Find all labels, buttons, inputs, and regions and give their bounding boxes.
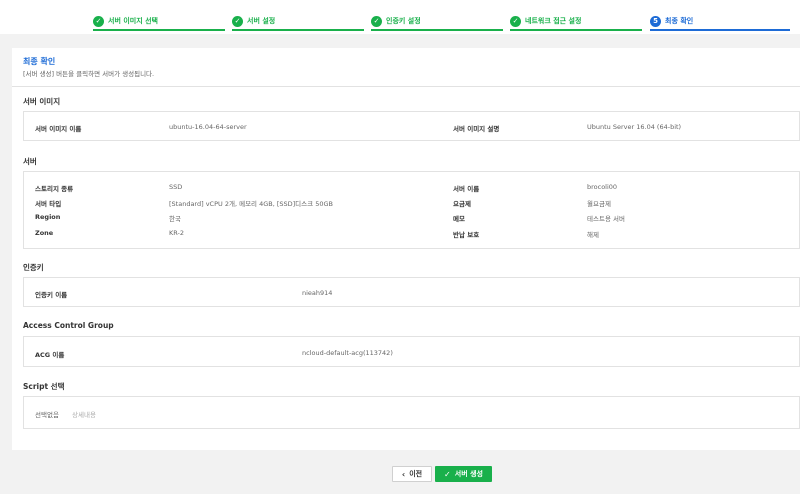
step-label: 최종 확인 xyxy=(665,17,694,25)
server-box: 스토리지 종류 SSD 서버 타입 [Standard] vCPU 2개, 메모… xyxy=(23,171,800,249)
storage-type-label: 스토리지 종류 xyxy=(35,185,74,193)
section-title-script: Script 선택 xyxy=(23,382,65,391)
server-image-desc-value: Ubuntu Server 16.04 (64-bit) xyxy=(587,123,682,131)
section-title-server: 서버 xyxy=(23,157,37,166)
server-type-label: 서버 타입 xyxy=(35,200,62,208)
step-progress-bar xyxy=(371,29,503,31)
region-value: 한국 xyxy=(169,215,181,223)
prev-button-label: 이전 xyxy=(409,470,423,478)
server-name-label: 서버 이름 xyxy=(453,185,480,193)
create-server-button[interactable]: ✓ 서버 생성 xyxy=(435,466,492,482)
check-icon: ✓ xyxy=(510,15,521,27)
section-title-auth-key: 인증키 xyxy=(23,263,44,272)
server-name-value: brocoli00 xyxy=(587,183,618,191)
step-progress-bar xyxy=(650,29,790,31)
memo-value: 테스트용 서버 xyxy=(587,215,625,223)
divider xyxy=(12,86,800,87)
auth-key-name-label: 인증키 이름 xyxy=(35,291,68,299)
section-title-acg: Access Control Group xyxy=(23,321,114,330)
step-label: 네트워크 접근 설정 xyxy=(525,17,582,25)
script-detail-value: 상세내용 xyxy=(72,411,96,419)
memo-label: 메모 xyxy=(453,215,465,223)
check-icon: ✓ xyxy=(371,15,382,27)
create-server-button-label: 서버 생성 xyxy=(454,470,483,478)
zone-value: KR-2 xyxy=(169,229,184,237)
check-icon: ✓ xyxy=(93,15,104,27)
check-icon: ✓ xyxy=(232,15,243,27)
check-icon: ✓ xyxy=(444,469,451,479)
script-box: 선택없음 상세내용 xyxy=(23,396,800,429)
server-type-value: [Standard] vCPU 2개, 메모리 4GB, [SSD]디스크 50… xyxy=(169,200,333,208)
return-protection-value: 해제 xyxy=(587,231,599,239)
return-protection-label: 반납 보호 xyxy=(453,231,480,239)
section-title-server-image: 서버 이미지 xyxy=(23,97,61,106)
acg-name-value: ncloud-default-acg(113742) xyxy=(302,349,393,357)
review-card: 최종 확인 [서버 생성] 버튼을 클릭하면 서버가 생성됩니다. 서버 이미지… xyxy=(12,48,800,450)
step-final-review[interactable]: 5 최종 확인 xyxy=(650,13,693,29)
auth-key-box: 인증키 이름 nieah914 xyxy=(23,277,800,307)
step-label: 서버 설정 xyxy=(247,17,276,25)
server-image-desc-label: 서버 이미지 설명 xyxy=(453,125,500,133)
server-image-box: 서버 이미지 이름 ubuntu-16.04-64-server 서버 이미지 … xyxy=(23,111,800,141)
step-progress-bar xyxy=(232,29,364,31)
prev-button[interactable]: ‹ 이전 xyxy=(392,466,432,482)
server-image-name-label: 서버 이미지 이름 xyxy=(35,125,82,133)
step-progress-bar xyxy=(510,29,642,31)
auth-key-name-value: nieah914 xyxy=(302,289,333,297)
chevron-left-icon: ‹ xyxy=(401,469,406,479)
storage-type-value: SSD xyxy=(169,183,183,191)
acg-name-label: ACG 이름 xyxy=(35,351,65,359)
wizard-stepper: ✓ 서버 이미지 선택 ✓ 서버 설정 ✓ 인증키 설정 ✓ 네트워크 접근 설… xyxy=(0,0,800,34)
page-description: [서버 생성] 버튼을 클릭하면 서버가 생성됩니다. xyxy=(23,70,155,78)
step-number-badge: 5 xyxy=(650,15,661,27)
page-title: 최종 확인 xyxy=(23,57,56,66)
step-auth-key[interactable]: ✓ 인증키 설정 xyxy=(371,13,421,29)
step-progress-bar xyxy=(93,29,225,31)
plan-value: 월요금제 xyxy=(587,200,611,208)
step-label: 서버 이미지 선택 xyxy=(108,17,158,25)
region-label: Region xyxy=(35,213,61,221)
plan-label: 요금제 xyxy=(453,200,471,208)
step-server-settings[interactable]: ✓ 서버 설정 xyxy=(232,13,275,29)
step-server-image[interactable]: ✓ 서버 이미지 선택 xyxy=(93,13,158,29)
server-image-name-value: ubuntu-16.04-64-server xyxy=(169,123,247,131)
script-selection-label: 선택없음 xyxy=(35,411,59,419)
acg-box: ACG 이름 ncloud-default-acg(113742) xyxy=(23,336,800,367)
zone-label: Zone xyxy=(35,229,54,237)
step-label: 인증키 설정 xyxy=(386,17,421,25)
step-network-access[interactable]: ✓ 네트워크 접근 설정 xyxy=(510,13,581,29)
